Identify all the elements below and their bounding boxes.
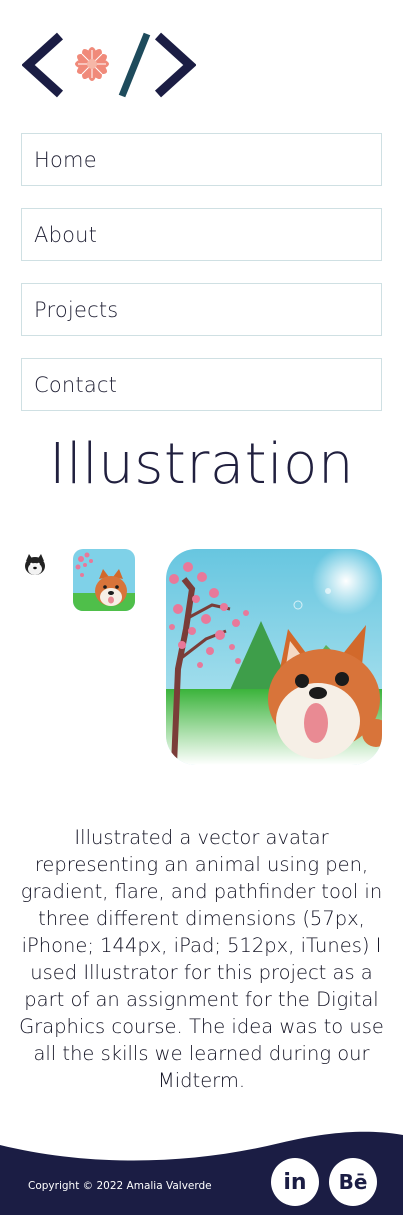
page-title: Illustration	[49, 432, 354, 497]
nav-item-projects[interactable]: Projects	[21, 283, 382, 336]
nav-item-contact[interactable]: Contact	[21, 358, 382, 411]
linkedin-icon[interactable]: in	[271, 1158, 319, 1206]
shiba-avatar-medium	[73, 549, 135, 611]
shiba-avatar-small	[25, 554, 45, 575]
logo[interactable]	[22, 30, 196, 100]
shiba-avatar-large	[166, 549, 382, 765]
flower-icon	[75, 47, 109, 81]
slash-icon	[118, 32, 151, 98]
behance-icon[interactable]: Bē	[329, 1158, 377, 1206]
project-description: Illustrated a vector avatar representing…	[19, 826, 384, 1092]
nav-item-home[interactable]: Home	[21, 133, 382, 186]
right-bracket-icon	[154, 32, 196, 98]
nav-item-about[interactable]: About	[21, 208, 382, 261]
copyright-text: Copyright © 2022 Amalia Valverde	[28, 1180, 212, 1192]
left-bracket-icon	[22, 32, 64, 98]
main-nav: Home About Projects Contact	[21, 133, 382, 433]
